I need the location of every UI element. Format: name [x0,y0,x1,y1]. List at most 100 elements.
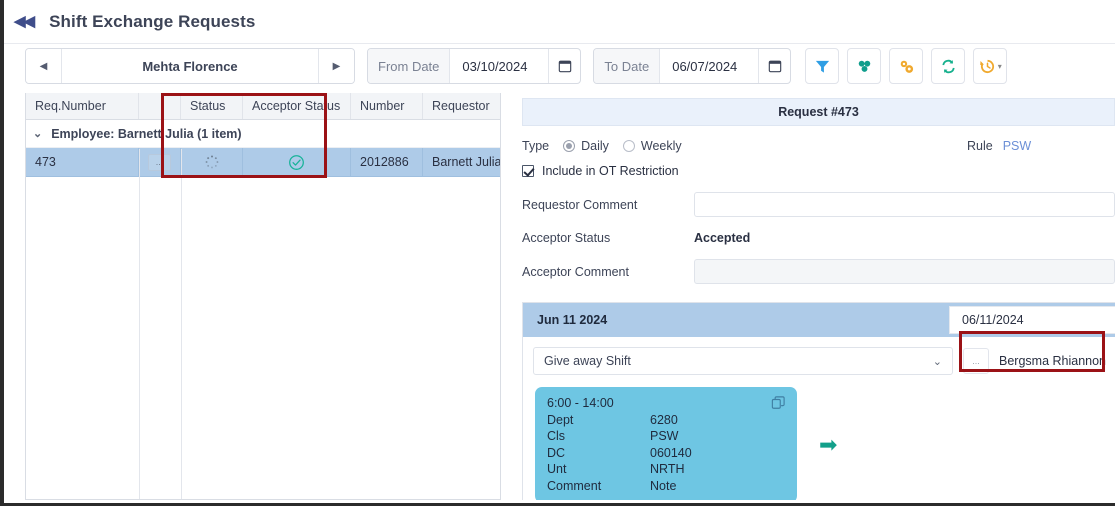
to-date-label: To Date [594,49,661,83]
shift-card-field: Dept 6280 [547,413,785,427]
title-bar: ◀◀ Shift Exchange Requests [4,0,1115,44]
to-date-calendar-button[interactable] [758,49,790,83]
chevron-left-icon: ◀ [39,60,48,72]
shift-card-field-value: NRTH [650,462,685,476]
copy-icon[interactable] [771,396,786,410]
to-date-group: To Date 06/07/2024 [593,48,792,84]
shift-action-selected-value: Give away Shift [544,354,631,368]
shift-header: Jun 11 2024 06/11/2024 [523,303,1115,337]
acceptor-lookup-button[interactable]: ... [963,348,989,374]
column-header-number[interactable]: Number [351,93,423,119]
from-date-group: From Date 03/10/2024 [367,48,582,84]
employee-name-display[interactable]: Mehta Florence [62,49,318,83]
acceptor-name-value: Bergsma Rhiannon [999,354,1107,368]
cell-status [181,148,243,176]
shift-card-field: DC 060140 [547,446,785,460]
filter-toolbar: ◀ Mehta Florence ▶ From Date 03/10/2024 [25,48,1105,86]
shift-card-field-value: Note [650,478,677,493]
shift-card[interactable]: 6:00 - 14:00 Dept 6280 Cls PSW DC 060140… [535,387,797,500]
ot-restriction-row[interactable]: Include in OT Restriction [522,164,1115,178]
exchange-arrow-icon: ➡ [819,431,838,457]
rule-label: Rule [967,139,993,153]
acceptor-status-label: Acceptor Status [522,231,611,245]
settings-button[interactable] [889,48,924,84]
group-button[interactable] [847,48,882,84]
shift-card-field-key: DC [547,445,566,460]
cell-actions: ... [139,148,181,176]
previous-employee-button[interactable]: ◀ [26,49,62,83]
radio-weekly-label: Weekly [640,139,682,153]
requestor-comment-input[interactable] [694,192,1115,217]
acceptor-comment-label: Acceptor Comment [522,264,629,279]
shift-action-select[interactable]: Give away Shift ⌄ [533,347,953,375]
shift-header-date: Jun 11 2024 [537,313,608,327]
chevron-down-icon[interactable]: ⌄ [33,127,42,140]
shift-card-field-key: Comment [547,478,602,493]
filter-button[interactable] [805,48,840,84]
group-icon [858,60,870,72]
column-header-req-number[interactable]: Req.Number [26,93,139,119]
to-date-input[interactable]: 06/07/2024 [660,49,758,83]
cell-acceptor-status [243,148,351,176]
shift-date-input[interactable]: 06/11/2024 [949,306,1115,334]
settings-gears-icon [900,60,913,73]
row-menu-button[interactable]: ... [148,153,171,171]
request-banner: Request #473 [522,98,1115,126]
cell-number: 2012886 [351,148,423,176]
calendar-icon [768,60,781,73]
check-circle-icon [289,154,304,170]
requestor-comment-label: Requestor Comment [522,197,638,212]
from-date-input[interactable]: 03/10/2024 [450,49,548,83]
cell-req-number: 473 [26,148,139,176]
rule-group: Rule PSW [967,139,1031,153]
requests-grid: Req.Number Status Acceptor Status Number… [25,93,501,500]
next-employee-button[interactable]: ▶ [318,49,354,83]
refresh-button[interactable] [931,48,966,84]
grid-group-label: Employee: Barnett Julia (1 item) [51,126,242,141]
radio-daily[interactable] [563,140,576,152]
column-header-requestor[interactable]: Requestor [423,93,500,119]
calendar-icon [558,60,572,73]
shift-card-field-key: Cls [547,429,566,443]
page-title: Shift Exchange Requests [49,11,256,31]
history-button[interactable]: ▾ [973,48,1008,84]
shift-card-field-key: Unt [547,462,567,476]
acceptor-picker: ... Bergsma Rhiannon [963,348,1106,374]
grid-group-row[interactable]: ⌄ Employee: Barnett Julia (1 item) [26,120,500,148]
shift-card-time: 6:00 - 14:00 [547,396,614,410]
column-header-actions[interactable] [139,93,181,119]
filter-icon [815,60,829,73]
radio-daily-label: Daily [581,139,609,153]
ot-restriction-label: Include in OT Restriction [542,164,679,178]
column-header-status[interactable]: Status [181,93,243,119]
grid-gridline [181,149,182,499]
collapse-panel-icon[interactable]: ◀◀ [10,12,37,31]
grid-header-row: Req.Number Status Acceptor Status Number… [26,93,500,120]
shift-card-field: Cls PSW [547,429,785,443]
acceptor-comment-input [694,259,1115,284]
app-root: ◀◀ Shift Exchange Requests ◀ Mehta Flore… [0,0,1115,506]
shift-card-field: Unt NRTH [547,462,785,476]
column-header-acceptor-status[interactable]: Acceptor Status [243,93,351,119]
request-detail-panel: Request #473 Type Daily Weekly Rule PSW … [514,93,1115,500]
ot-restriction-checkbox[interactable] [522,165,534,177]
grid-empty-area [26,177,500,499]
employee-navigator: ◀ Mehta Florence ▶ [25,48,355,84]
shift-card-field-value: PSW [650,429,679,443]
acceptor-status-row: Acceptor Status Accepted [522,231,1115,245]
chevron-down-icon: ⌄ [932,355,942,368]
shift-controls: Give away Shift ⌄ ... Bergsma Rhiannon [523,337,1115,375]
shift-card-field-key: Dept [547,412,574,427]
table-row[interactable]: 473 ... 2012886 Barnett Julia [26,148,500,177]
shift-card-field-value: 060140 [650,445,692,460]
cell-requestor: Barnett Julia [432,155,500,169]
chevron-right-icon: ▶ [332,60,341,72]
shift-card-field: Comment Note [547,479,785,493]
history-icon [979,59,994,73]
grid-gridline [139,149,140,499]
from-date-calendar-button[interactable] [548,49,580,83]
acceptor-comment-row: Acceptor Comment [522,259,1115,284]
rule-value-link[interactable]: PSW [1003,139,1031,153]
request-type-row: Type Daily Weekly Rule PSW [522,139,1115,153]
radio-weekly[interactable] [622,140,635,152]
